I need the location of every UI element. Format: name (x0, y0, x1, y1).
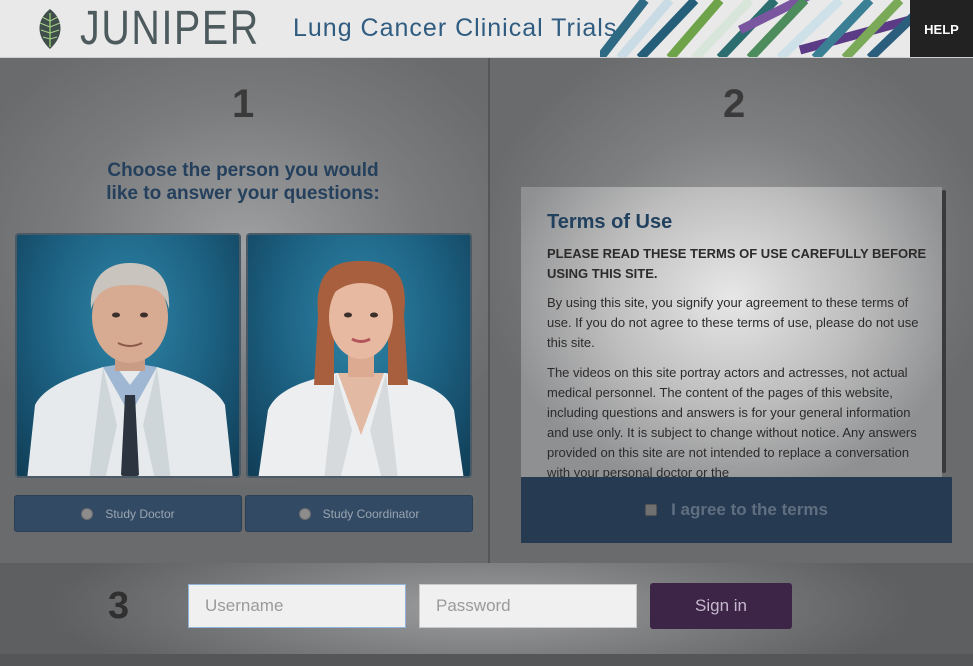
study-coordinator-portrait (258, 261, 464, 476)
terms-of-use-box[interactable]: Terms of Use PLEASE READ THESE TERMS OF … (521, 187, 942, 477)
terms-paragraph: By using this site, you signify your agr… (547, 295, 919, 350)
page-bottom-strip (0, 654, 973, 666)
study-doctor-photo[interactable] (15, 233, 241, 478)
sign-in-button[interactable]: Sign in (650, 583, 792, 629)
terms-title: Terms of Use (547, 211, 673, 233)
help-button[interactable]: HELP (910, 0, 973, 57)
study-coordinator-option[interactable]: Study Coordinator (245, 495, 473, 532)
decorative-stripes-graphic (600, 0, 910, 57)
juniper-logo: JUNIPER (80, 2, 260, 55)
study-coordinator-radio[interactable] (298, 507, 311, 520)
terms-content: Terms of Use PLEASE READ THESE TERMS OF … (547, 211, 932, 477)
study-coordinator-label: Study Coordinator (322, 506, 420, 521)
site-header: JUNIPER Lung Cancer Clinical Trials HELP (0, 0, 973, 58)
study-doctor-label: Study Doctor (105, 506, 175, 521)
agree-terms-button[interactable]: I agree to the terms (521, 477, 952, 543)
study-doctor-radio[interactable] (81, 507, 94, 520)
study-doctor-portrait (27, 263, 233, 476)
page-title: Lung Cancer Clinical Trials (293, 14, 618, 42)
step2-panel: 2 Terms of Use PLEASE READ THESE TERMS O… (490, 58, 973, 563)
terms-scrollbar[interactable] (942, 190, 946, 473)
study-doctor-option[interactable]: Study Doctor (14, 495, 242, 532)
password-input[interactable]: Password (419, 584, 637, 628)
step1-panel: 1 Choose the person you would like to an… (0, 58, 488, 563)
study-coordinator-photo[interactable] (246, 233, 472, 478)
username-input[interactable]: Username (188, 584, 406, 628)
step2-number: 2 (723, 82, 746, 126)
terms-warning: PLEASE READ THESE TERMS OF USE CAREFULLY… (547, 246, 927, 281)
signin-bar: 3 Username Password Sign in (0, 563, 973, 654)
agree-label: I agree to the terms (671, 500, 828, 519)
agree-checkbox[interactable] (645, 504, 658, 516)
juniper-leaf-icon (39, 9, 61, 49)
terms-paragraph: The videos on this site portray actors a… (547, 365, 917, 477)
choose-person-heading: Choose the person you would like to answ… (106, 160, 380, 204)
step1-number: 1 (232, 82, 255, 126)
step3-number: 3 (108, 585, 130, 627)
